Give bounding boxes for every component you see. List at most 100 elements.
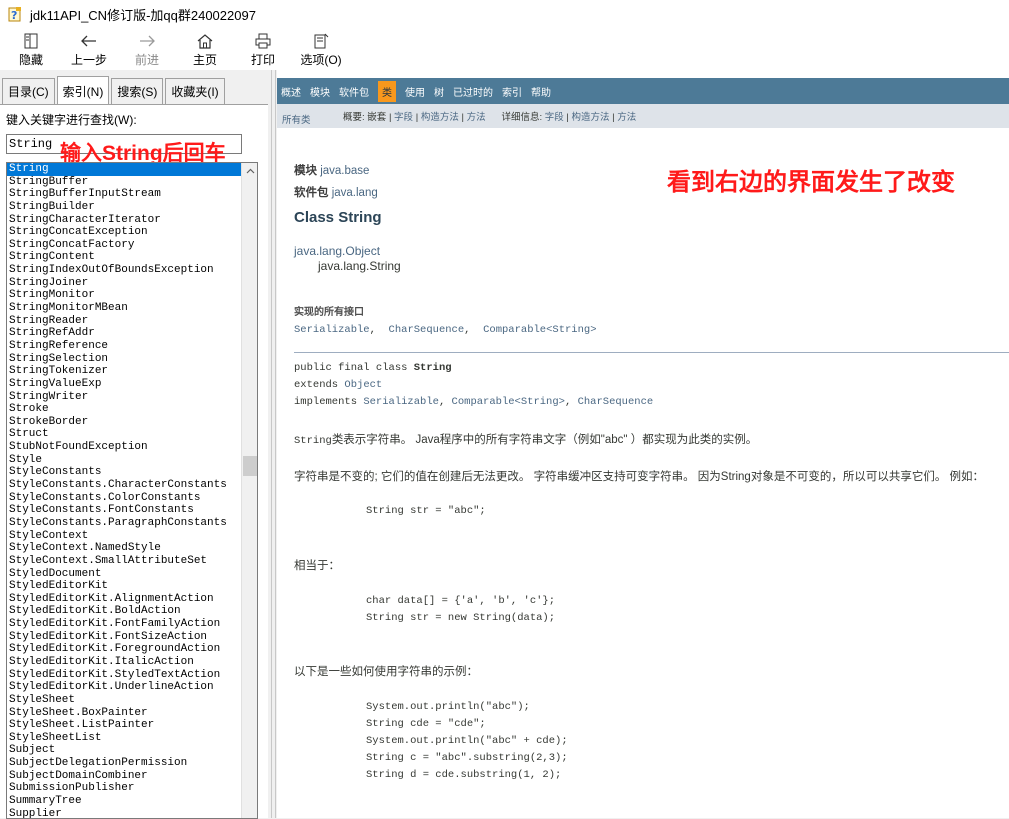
- index-list-item[interactable]: Struct: [7, 428, 243, 441]
- scroll-up-icon[interactable]: [242, 163, 257, 179]
- detail-method-link[interactable]: 方法: [617, 112, 636, 123]
- index-list-item[interactable]: StyleSheet.ListPainter: [7, 719, 243, 732]
- index-list-item[interactable]: StringSelection: [7, 353, 243, 366]
- nav-item[interactable]: 已过时的: [453, 84, 493, 99]
- hide-button[interactable]: 隐藏: [12, 28, 50, 68]
- nav-item[interactable]: 帮助: [531, 84, 551, 99]
- signature-line-2: extends Object: [294, 379, 383, 391]
- index-list-item[interactable]: StyleContext.NamedStyle: [7, 542, 243, 555]
- index-list-item[interactable]: String: [7, 163, 243, 176]
- index-list-item[interactable]: StyledDocument: [7, 568, 243, 581]
- index-list-item[interactable]: StringValueExp: [7, 378, 243, 391]
- index-list-item[interactable]: StyledEditorKit.StyledTextAction: [7, 669, 243, 682]
- index-list-item[interactable]: StyleConstants.FontConstants: [7, 504, 243, 517]
- index-list-item[interactable]: StyledEditorKit.FontFamilyAction: [7, 618, 243, 631]
- pane-splitter[interactable]: [272, 70, 276, 818]
- forward-button[interactable]: 前进: [128, 28, 166, 68]
- tab-search[interactable]: 搜索(S): [111, 78, 164, 104]
- index-list-item[interactable]: StyledEditorKit.FontSizeAction: [7, 631, 243, 644]
- index-list-item[interactable]: StyledEditorKit.UnderlineAction: [7, 681, 243, 694]
- interface-link[interactable]: Serializable: [294, 324, 370, 336]
- index-list-item[interactable]: Stroke: [7, 403, 243, 416]
- signature-line-3: implements Serializable, Comparable<Stri…: [294, 396, 654, 408]
- printer-icon: [251, 32, 275, 50]
- implements-link[interactable]: Serializable: [363, 396, 439, 408]
- index-list-item[interactable]: StubNotFoundException: [7, 441, 243, 454]
- index-list-item[interactable]: StringMonitor: [7, 289, 243, 302]
- package-link[interactable]: java.lang: [332, 187, 378, 199]
- detail-constructor-link[interactable]: 构造方法: [571, 112, 609, 123]
- inherit-parent-link[interactable]: java.lang.Object: [294, 244, 380, 258]
- implements-link[interactable]: CharSequence: [578, 396, 654, 408]
- content-pane: 概述 模块 软件包类使用树已过时的 索引 帮助 所有类 概要: 嵌套 | 字段 | 构造…: [277, 70, 1009, 818]
- index-list-item[interactable]: StrokeBorder: [7, 416, 243, 429]
- nav-item[interactable]: 使用: [405, 84, 425, 99]
- index-list-item[interactable]: Supplier: [7, 808, 243, 818]
- nav-item[interactable]: 类: [378, 80, 396, 102]
- index-list-item[interactable]: StyledEditorKit.ForegroundAction: [7, 643, 243, 656]
- options-button[interactable]: 选项(O): [300, 28, 342, 68]
- nav-item[interactable]: 树: [434, 84, 444, 99]
- index-list-item[interactable]: StyledEditorKit: [7, 580, 243, 593]
- index-list-scrollbar[interactable]: [241, 163, 257, 818]
- index-list-item[interactable]: StringBufferInputStream: [7, 188, 243, 201]
- index-list-item[interactable]: StringMonitorMBean: [7, 302, 243, 315]
- implements-link[interactable]: Comparable<String>: [452, 396, 565, 408]
- tab-index[interactable]: 索引(N): [56, 76, 110, 106]
- inherit-child: java.lang.String: [318, 259, 401, 273]
- summary-detail-links: 概要: 嵌套 | 字段 | 构造方法 | 方法 详细信息: 字段 | 构造方法 …: [343, 112, 637, 123]
- index-list-item[interactable]: StringWriter: [7, 391, 243, 404]
- index-list-item[interactable]: StringReader: [7, 315, 243, 328]
- index-list-item[interactable]: StringReference: [7, 340, 243, 353]
- extends-link[interactable]: Object: [344, 379, 382, 391]
- index-list-item[interactable]: StringConcatException: [7, 226, 243, 239]
- index-list-item[interactable]: SubjectDomainCombiner: [7, 770, 243, 783]
- tab-contents[interactable]: 目录(C): [2, 78, 55, 104]
- index-list-item[interactable]: StringCharacterIterator: [7, 214, 243, 227]
- index-list-item[interactable]: SubmissionPublisher: [7, 782, 243, 795]
- nav-item[interactable]: 模块: [310, 84, 330, 99]
- index-list-item[interactable]: StyleContext: [7, 530, 243, 543]
- home-button[interactable]: 主页: [186, 28, 224, 68]
- module-link[interactable]: java.base: [320, 165, 369, 177]
- index-list-item[interactable]: StyleSheet: [7, 694, 243, 707]
- index-list-item[interactable]: StringJoiner: [7, 277, 243, 290]
- index-list-item[interactable]: StyleSheetList: [7, 732, 243, 745]
- back-button[interactable]: 上一步: [70, 28, 108, 68]
- interface-link[interactable]: CharSequence: [389, 324, 465, 336]
- index-list-item[interactable]: StringRefAddr: [7, 327, 243, 340]
- index-list-item[interactable]: StringContent: [7, 251, 243, 264]
- interface-link[interactable]: Comparable<String>: [483, 324, 596, 336]
- index-list-item[interactable]: StyledEditorKit.BoldAction: [7, 605, 243, 618]
- index-list-item[interactable]: StringTokenizer: [7, 365, 243, 378]
- summary-method-link[interactable]: 方法: [467, 112, 486, 123]
- nav-item[interactable]: 索引: [502, 84, 522, 99]
- index-list-item[interactable]: Subject: [7, 744, 243, 757]
- index-list-item[interactable]: StringConcatFactory: [7, 239, 243, 252]
- index-list-item[interactable]: StyleConstants: [7, 466, 243, 479]
- all-classes-link[interactable]: 所有类: [282, 112, 311, 126]
- index-list[interactable]: String StringBuffer StringBufferInputStrea…: [6, 162, 258, 819]
- nav-item[interactable]: 软件包: [339, 84, 369, 99]
- print-button[interactable]: 打印: [244, 28, 282, 68]
- index-list-item[interactable]: StyleConstants.ParagraphConstants: [7, 517, 243, 530]
- summary-field-link[interactable]: 字段: [394, 112, 413, 123]
- index-list-item[interactable]: StyleContext.SmallAttributeSet: [7, 555, 243, 568]
- scroll-thumb[interactable]: [243, 456, 257, 476]
- window-title: jdk11API_CN修订版-加qq群240022097: [30, 7, 256, 23]
- index-list-item[interactable]: StyleConstants.ColorConstants: [7, 492, 243, 505]
- index-list-item[interactable]: Style: [7, 454, 243, 467]
- index-list-item[interactable]: StringBuilder: [7, 201, 243, 214]
- index-list-item[interactable]: StringIndexOutOfBoundsException: [7, 264, 243, 277]
- index-list-item[interactable]: StyledEditorKit.AlignmentAction: [7, 593, 243, 606]
- tab-favorites[interactable]: 收藏夹(I): [165, 78, 225, 104]
- detail-field-link[interactable]: 字段: [545, 112, 564, 123]
- index-list-item[interactable]: SubjectDelegationPermission: [7, 757, 243, 770]
- index-list-item[interactable]: StyleConstants.CharacterConstants: [7, 479, 243, 492]
- index-list-item[interactable]: StringBuffer: [7, 176, 243, 189]
- summary-constructor-link[interactable]: 构造方法: [421, 112, 459, 123]
- index-list-item[interactable]: SummaryTree: [7, 795, 243, 808]
- nav-item[interactable]: 概述: [281, 84, 301, 99]
- index-list-item[interactable]: StyleSheet.BoxPainter: [7, 707, 243, 720]
- index-list-item[interactable]: StyledEditorKit.ItalicAction: [7, 656, 243, 669]
